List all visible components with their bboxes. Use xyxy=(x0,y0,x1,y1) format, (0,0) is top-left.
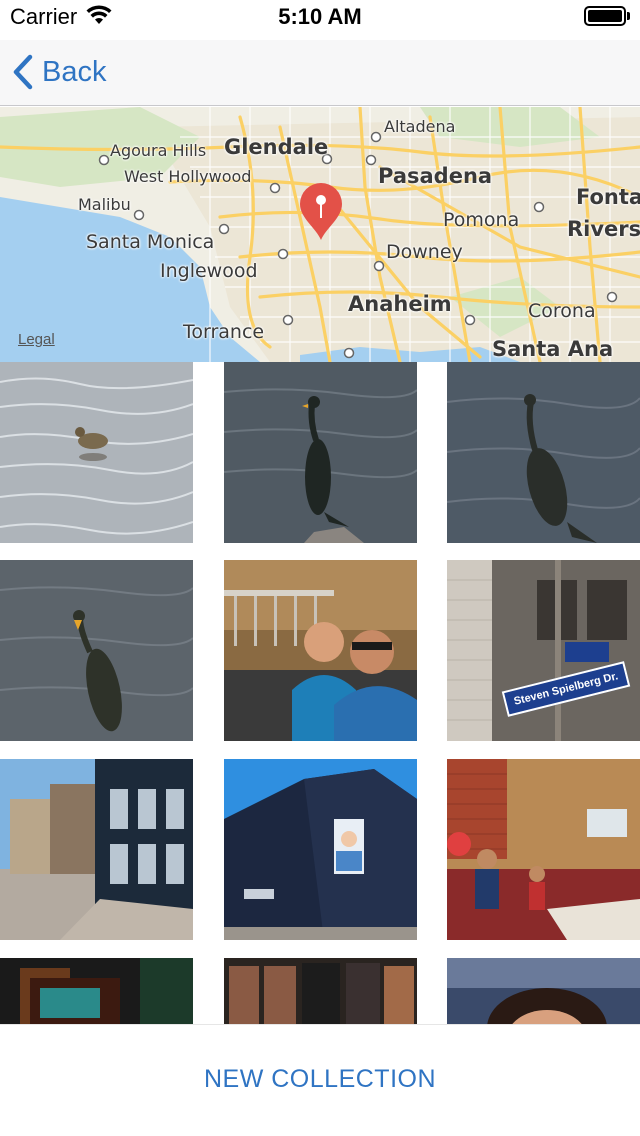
status-bar: Carrier 5:10 AM xyxy=(0,0,640,40)
status-time: 5:10 AM xyxy=(278,4,362,29)
photo-image xyxy=(447,362,640,543)
photo-image xyxy=(447,958,640,1024)
photo-cell-chocolates[interactable] xyxy=(224,958,417,1024)
map-legal-link[interactable]: Legal xyxy=(18,331,55,348)
map-label-malibu: Malibu xyxy=(78,195,131,214)
photo-cell-bottles[interactable] xyxy=(0,958,193,1024)
photo-image xyxy=(447,560,640,741)
navigation-bar: Back xyxy=(0,40,640,106)
photo-cell-portrait[interactable] xyxy=(447,958,640,1024)
photo-image xyxy=(447,759,640,940)
map-label-corona: Corona xyxy=(528,300,596,322)
photo-cell-cormorant-water[interactable] xyxy=(447,362,640,543)
photo-image xyxy=(0,362,193,543)
photo-image xyxy=(224,560,417,741)
back-button[interactable]: Back xyxy=(12,50,106,94)
photo-cell-street-sign[interactable]: Steven Spielberg Dr. xyxy=(447,560,640,741)
back-label: Back xyxy=(42,55,107,88)
map-label-riverside: Rivers xyxy=(567,217,640,241)
new-collection-button[interactable]: NEW COLLECTION xyxy=(0,1065,640,1094)
map-label-inglewood: Inglewood xyxy=(160,260,258,282)
map-label-downey: Downey xyxy=(386,241,463,263)
photo-cell-duck-water[interactable] xyxy=(0,362,193,543)
chevron-left-icon xyxy=(13,54,33,90)
map-label-agoura-hills: Agoura Hills xyxy=(110,141,207,160)
photo-cell-backlot-street[interactable] xyxy=(0,759,193,940)
map-label-santa-monica: Santa Monica xyxy=(86,231,215,253)
photo-image xyxy=(224,362,417,543)
photo-image xyxy=(0,560,193,741)
photo-image xyxy=(224,958,417,1024)
map-label-pomona: Pomona xyxy=(443,209,520,231)
map-label-glendale: Glendale xyxy=(224,135,329,159)
map-label-fontana: Fonta xyxy=(576,185,640,209)
battery-icon xyxy=(584,6,630,26)
map-label-torrance: Torrance xyxy=(183,321,265,343)
photo-cell-cormorant-standing[interactable] xyxy=(0,560,193,741)
map-pin-icon[interactable] xyxy=(296,182,346,242)
bottom-toolbar: NEW COLLECTION xyxy=(0,1024,640,1136)
map-label-west-hollywood: West Hollywood xyxy=(124,167,252,186)
map-label-anaheim: Anaheim xyxy=(348,292,452,316)
map-label-altadena: Altadena xyxy=(384,117,456,136)
photo-grid: Steven Spielberg Dr. xyxy=(0,362,640,1024)
photo-cell-studio-building[interactable] xyxy=(224,759,417,940)
map-label-pasadena: Pasadena xyxy=(378,164,493,188)
photo-image xyxy=(0,759,193,940)
photo-cell-restaurant[interactable] xyxy=(447,759,640,940)
photo-image xyxy=(0,958,193,1024)
photo-cell-cormorant-rock[interactable] xyxy=(224,362,417,543)
photo-image xyxy=(224,759,417,940)
map-label-santa-ana: Santa Ana xyxy=(492,337,614,361)
photo-cell-selfie-ride[interactable] xyxy=(224,560,417,741)
